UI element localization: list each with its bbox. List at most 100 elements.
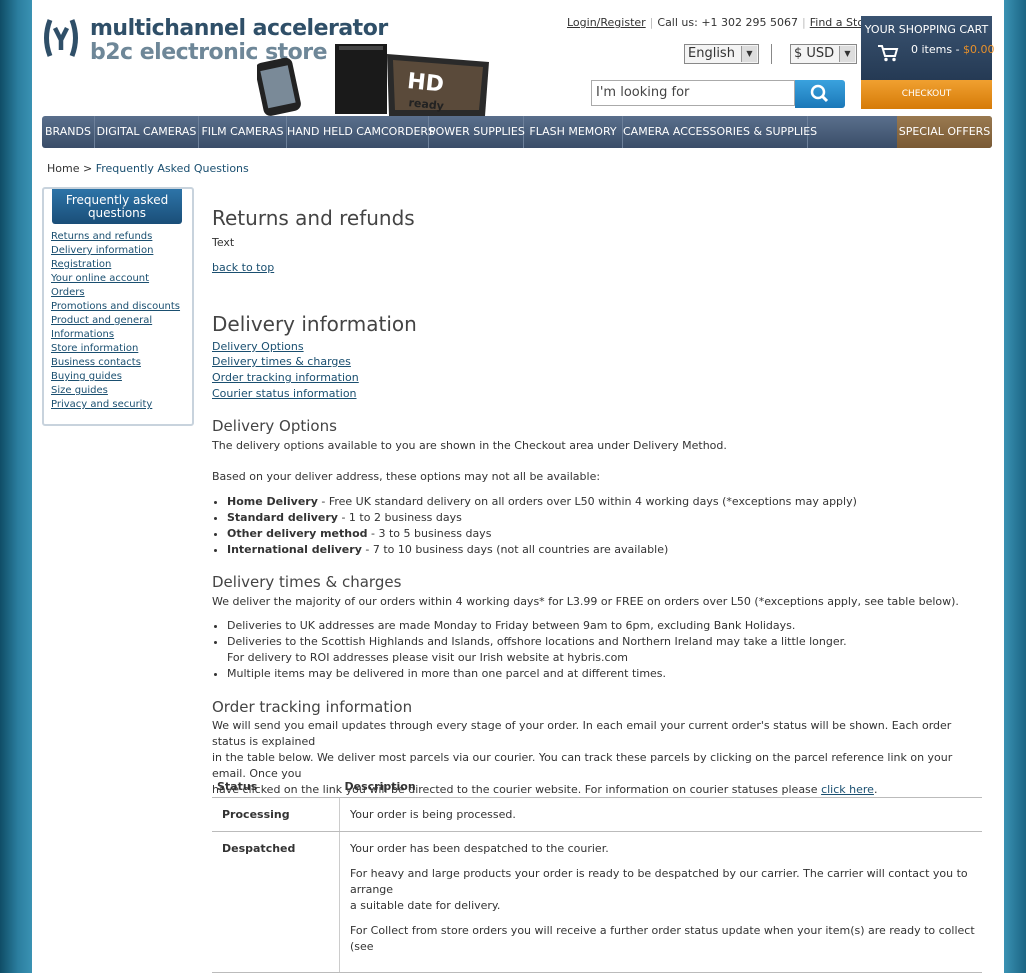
search-button[interactable] — [795, 80, 845, 108]
breadcrumb-home[interactable]: Home — [47, 162, 79, 175]
sidebar-link-privacy[interactable]: Privacy and security — [51, 399, 152, 410]
column-header-description: Description — [339, 776, 982, 798]
times-list: Deliveries to UK addresses are made Mond… — [212, 618, 847, 682]
locale-selectors: English ▼ $ USD ▼ — [684, 44, 857, 64]
options-text-1: The delivery options available to you ar… — [212, 439, 727, 452]
search-bar: I'm looking for — [591, 80, 845, 108]
currency-value: $ USD — [794, 46, 835, 61]
nav-item-digital-cameras[interactable]: DIGITAL CAMERAS — [95, 116, 199, 148]
nav-item-camera-accessories[interactable]: CAMERA ACCESSORIES & SUPPLIES — [623, 116, 817, 148]
status-cell: Processing — [212, 797, 340, 832]
option-desc: - 3 to 5 business days — [367, 527, 492, 540]
option-name: Home Delivery — [227, 495, 318, 508]
table-header-row: Status Description — [212, 776, 982, 798]
description-cell: Your order is being processed. — [339, 797, 982, 832]
list-item: International delivery - 7 to 10 busines… — [227, 542, 857, 558]
top-links: Login/Register | Call us: +1 302 295 5067 |… — [567, 16, 876, 29]
cart-title: YOUR SHOPPING CART — [864, 23, 989, 36]
tracking-text-line1: We will send you email updates through e… — [212, 719, 952, 748]
cart-summary: 0 items - $0.00 — [911, 43, 995, 56]
subsection-title-options: Delivery Options — [212, 417, 337, 435]
page: multichannel accelerator b2c electronic … — [32, 0, 1004, 973]
sidebar-link-business-contacts[interactable]: Business contacts — [51, 357, 141, 368]
cart-icon — [878, 45, 899, 62]
language-select[interactable]: English ▼ — [684, 44, 759, 64]
logo-title: multichannel accelerator — [90, 16, 388, 41]
chevron-down-icon: ▼ — [839, 46, 855, 62]
times-text: We deliver the majority of our orders wi… — [212, 595, 959, 608]
option-name: Other delivery method — [227, 527, 368, 540]
returns-text: Text — [212, 236, 235, 249]
section-title-delivery: Delivery information — [212, 312, 417, 336]
delivery-link-tracking[interactable]: Order tracking information — [212, 371, 359, 384]
order-status-table: Status Description Processing Your order… — [212, 776, 982, 973]
nav-item-hand-held-camcorders[interactable]: HAND HELD CAMCORDERS — [287, 116, 435, 148]
options-list: Home Delivery - Free UK standard deliver… — [212, 494, 857, 558]
nav-item-brands[interactable]: BRANDS — [42, 116, 95, 148]
sidebar-title-line1: Frequently asked — [65, 193, 169, 207]
chevron-down-icon: ▼ — [741, 46, 757, 62]
checkout-button[interactable]: CHECKOUT — [861, 80, 992, 109]
sidebar-link-online-account[interactable]: Your online account — [51, 273, 149, 284]
sidebar-link-delivery[interactable]: Delivery information — [51, 245, 153, 256]
sidebar-title-line2: questions — [87, 206, 147, 220]
search-input[interactable]: I'm looking for — [591, 80, 795, 106]
back-to-top-link[interactable]: back to top — [212, 261, 274, 274]
main-nav: BRANDS DIGITAL CAMERAS FILM CAMERAS HAND… — [42, 116, 992, 148]
sidebar-link-returns[interactable]: Returns and refunds — [51, 231, 152, 242]
option-name: International delivery — [227, 543, 362, 556]
description-cell: Your order has been despatched to the co… — [339, 831, 982, 973]
option-desc: - Free UK standard delivery on all order… — [317, 495, 857, 508]
logo-mark-icon — [44, 19, 78, 57]
list-item: For delivery to ROI addresses please vis… — [227, 651, 629, 664]
shopping-cart[interactable]: YOUR SHOPPING CART 0 items - $0.00 — [861, 16, 995, 80]
status-cell: Despatched — [212, 831, 340, 973]
cart-items-count: 0 items - — [911, 43, 960, 56]
list-item: Standard delivery - 1 to 2 business days — [227, 510, 857, 526]
sidebar-link-size-guides[interactable]: Size guides — [51, 385, 108, 396]
svg-text:HD: HD — [406, 69, 445, 98]
list-item: Deliveries to UK addresses are made Mond… — [227, 618, 847, 634]
list-item: Home Delivery - Free UK standard deliver… — [227, 494, 857, 510]
nav-item-power-supplies[interactable]: POWER SUPPLIES — [429, 116, 525, 148]
options-text-2: Based on your deliver address, these opt… — [212, 470, 601, 483]
sidebar-link-orders[interactable]: Orders — [51, 287, 85, 298]
option-name: Standard delivery — [227, 511, 338, 524]
sidebar-link-registration[interactable]: Registration — [51, 259, 111, 270]
sidebar-link-promotions[interactable]: Promotions and discounts — [51, 301, 180, 312]
language-value: English — [688, 46, 735, 61]
sidebar-link-product-general[interactable]: Product and general — [51, 315, 152, 326]
faq-sidebar: Frequently asked questions Returns and re… — [42, 187, 194, 426]
list-item: Deliveries to the Scottish Highlands and… — [227, 634, 847, 650]
delivery-link-times[interactable]: Delivery times & charges — [212, 355, 351, 368]
table-row: Despatched Your order has been despatche… — [212, 831, 982, 973]
breadcrumb: Home > Frequently Asked Questions — [47, 162, 249, 175]
divider — [771, 44, 772, 64]
section-title-returns: Returns and refunds — [212, 206, 415, 230]
subsection-title-tracking: Order tracking information — [212, 698, 413, 716]
subsection-title-times: Delivery times & charges — [212, 573, 402, 591]
column-header-status: Status — [212, 776, 340, 798]
option-desc: - 7 to 10 business days (not all countri… — [361, 543, 669, 556]
login-register-link[interactable]: Login/Register — [567, 16, 646, 29]
delivery-link-courier[interactable]: Courier status information — [212, 387, 357, 400]
nav-item-film-cameras[interactable]: FILM CAMERAS — [199, 116, 287, 148]
header-products-image: HD ready — [257, 44, 489, 116]
list-item: Multiple items may be delivered in more … — [227, 666, 847, 682]
description-paragraph: For heavy and large products your order … — [350, 866, 977, 914]
cart-amount: $0.00 — [963, 43, 995, 56]
description-paragraph: For Collect from store orders you will r… — [350, 924, 975, 953]
sidebar-links: Returns and refunds Delivery information… — [51, 230, 180, 412]
breadcrumb-current[interactable]: Frequently Asked Questions — [96, 162, 249, 175]
currency-select[interactable]: $ USD ▼ — [790, 44, 857, 64]
sidebar-link-store-info[interactable]: Store information — [51, 343, 138, 354]
breadcrumb-separator: > — [82, 162, 93, 175]
sidebar-title: Frequently asked questions — [52, 189, 182, 224]
nav-item-flash-memory[interactable]: FLASH MEMORY — [524, 116, 623, 148]
delivery-link-options[interactable]: Delivery Options — [212, 340, 304, 353]
sidebar-link-informations[interactable]: Informations — [51, 329, 114, 340]
option-desc: - 1 to 2 business days — [337, 511, 462, 524]
nav-item-special-offers[interactable]: SPECIAL OFFERS — [897, 116, 992, 148]
sidebar-link-buying-guides[interactable]: Buying guides — [51, 371, 122, 382]
description-line: For heavy and large products your order … — [350, 867, 968, 896]
